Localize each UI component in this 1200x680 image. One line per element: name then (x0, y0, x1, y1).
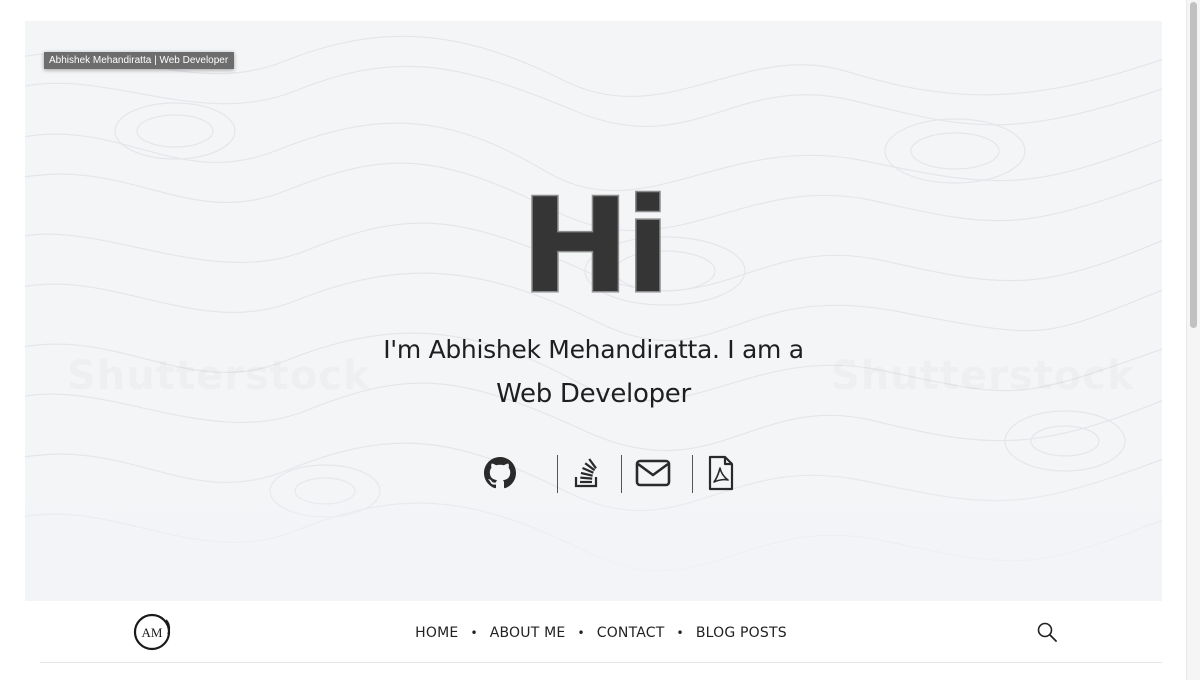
github-link[interactable] (480, 453, 520, 493)
nav-item-about-me[interactable]: ABOUT ME (490, 625, 566, 641)
nav-separator: • (470, 626, 478, 640)
nav-separator: • (676, 626, 684, 640)
envelope-icon (635, 459, 671, 487)
title-tooltip: Abhishek Mehandiratta | Web Developer (44, 52, 235, 69)
nav-item-blog-posts[interactable]: BLOG POSTS (696, 625, 787, 641)
nav-menu: HOME • ABOUT ME • CONTACT • BLOG POSTS (40, 625, 1162, 641)
stack-overflow-icon (574, 458, 598, 488)
pdf-file-icon (708, 455, 734, 491)
resume-pdf-link[interactable] (701, 453, 741, 493)
hero-section: Shutterstock Shutterstock Abhishek Mehan… (25, 21, 1162, 601)
main-navbar: AM HOME • ABOUT ME • CONTACT • BLOG POST… (40, 601, 1162, 663)
page: Shutterstock Shutterstock Abhishek Mehan… (0, 0, 1200, 680)
github-icon (484, 457, 516, 489)
nav-separator: • (577, 626, 585, 640)
stack-overflow-link[interactable] (567, 453, 607, 493)
hero-greeting: Hi (519, 170, 671, 322)
social-divider (621, 455, 622, 493)
hero-intro: I'm Abhishek Mehandiratta. I am a (383, 335, 804, 364)
social-divider (692, 455, 693, 493)
nav-item-contact[interactable]: CONTACT (597, 625, 665, 641)
email-link[interactable] (633, 453, 673, 493)
hero-role: Web Developer (496, 379, 691, 409)
nav-item-home[interactable]: HOME (415, 625, 458, 641)
vertical-scrollbar[interactable] (1186, 0, 1200, 680)
search-icon[interactable] (1036, 621, 1058, 643)
scrollbar-thumb[interactable] (1190, 2, 1197, 328)
social-divider (557, 455, 558, 493)
social-links (465, 453, 734, 493)
